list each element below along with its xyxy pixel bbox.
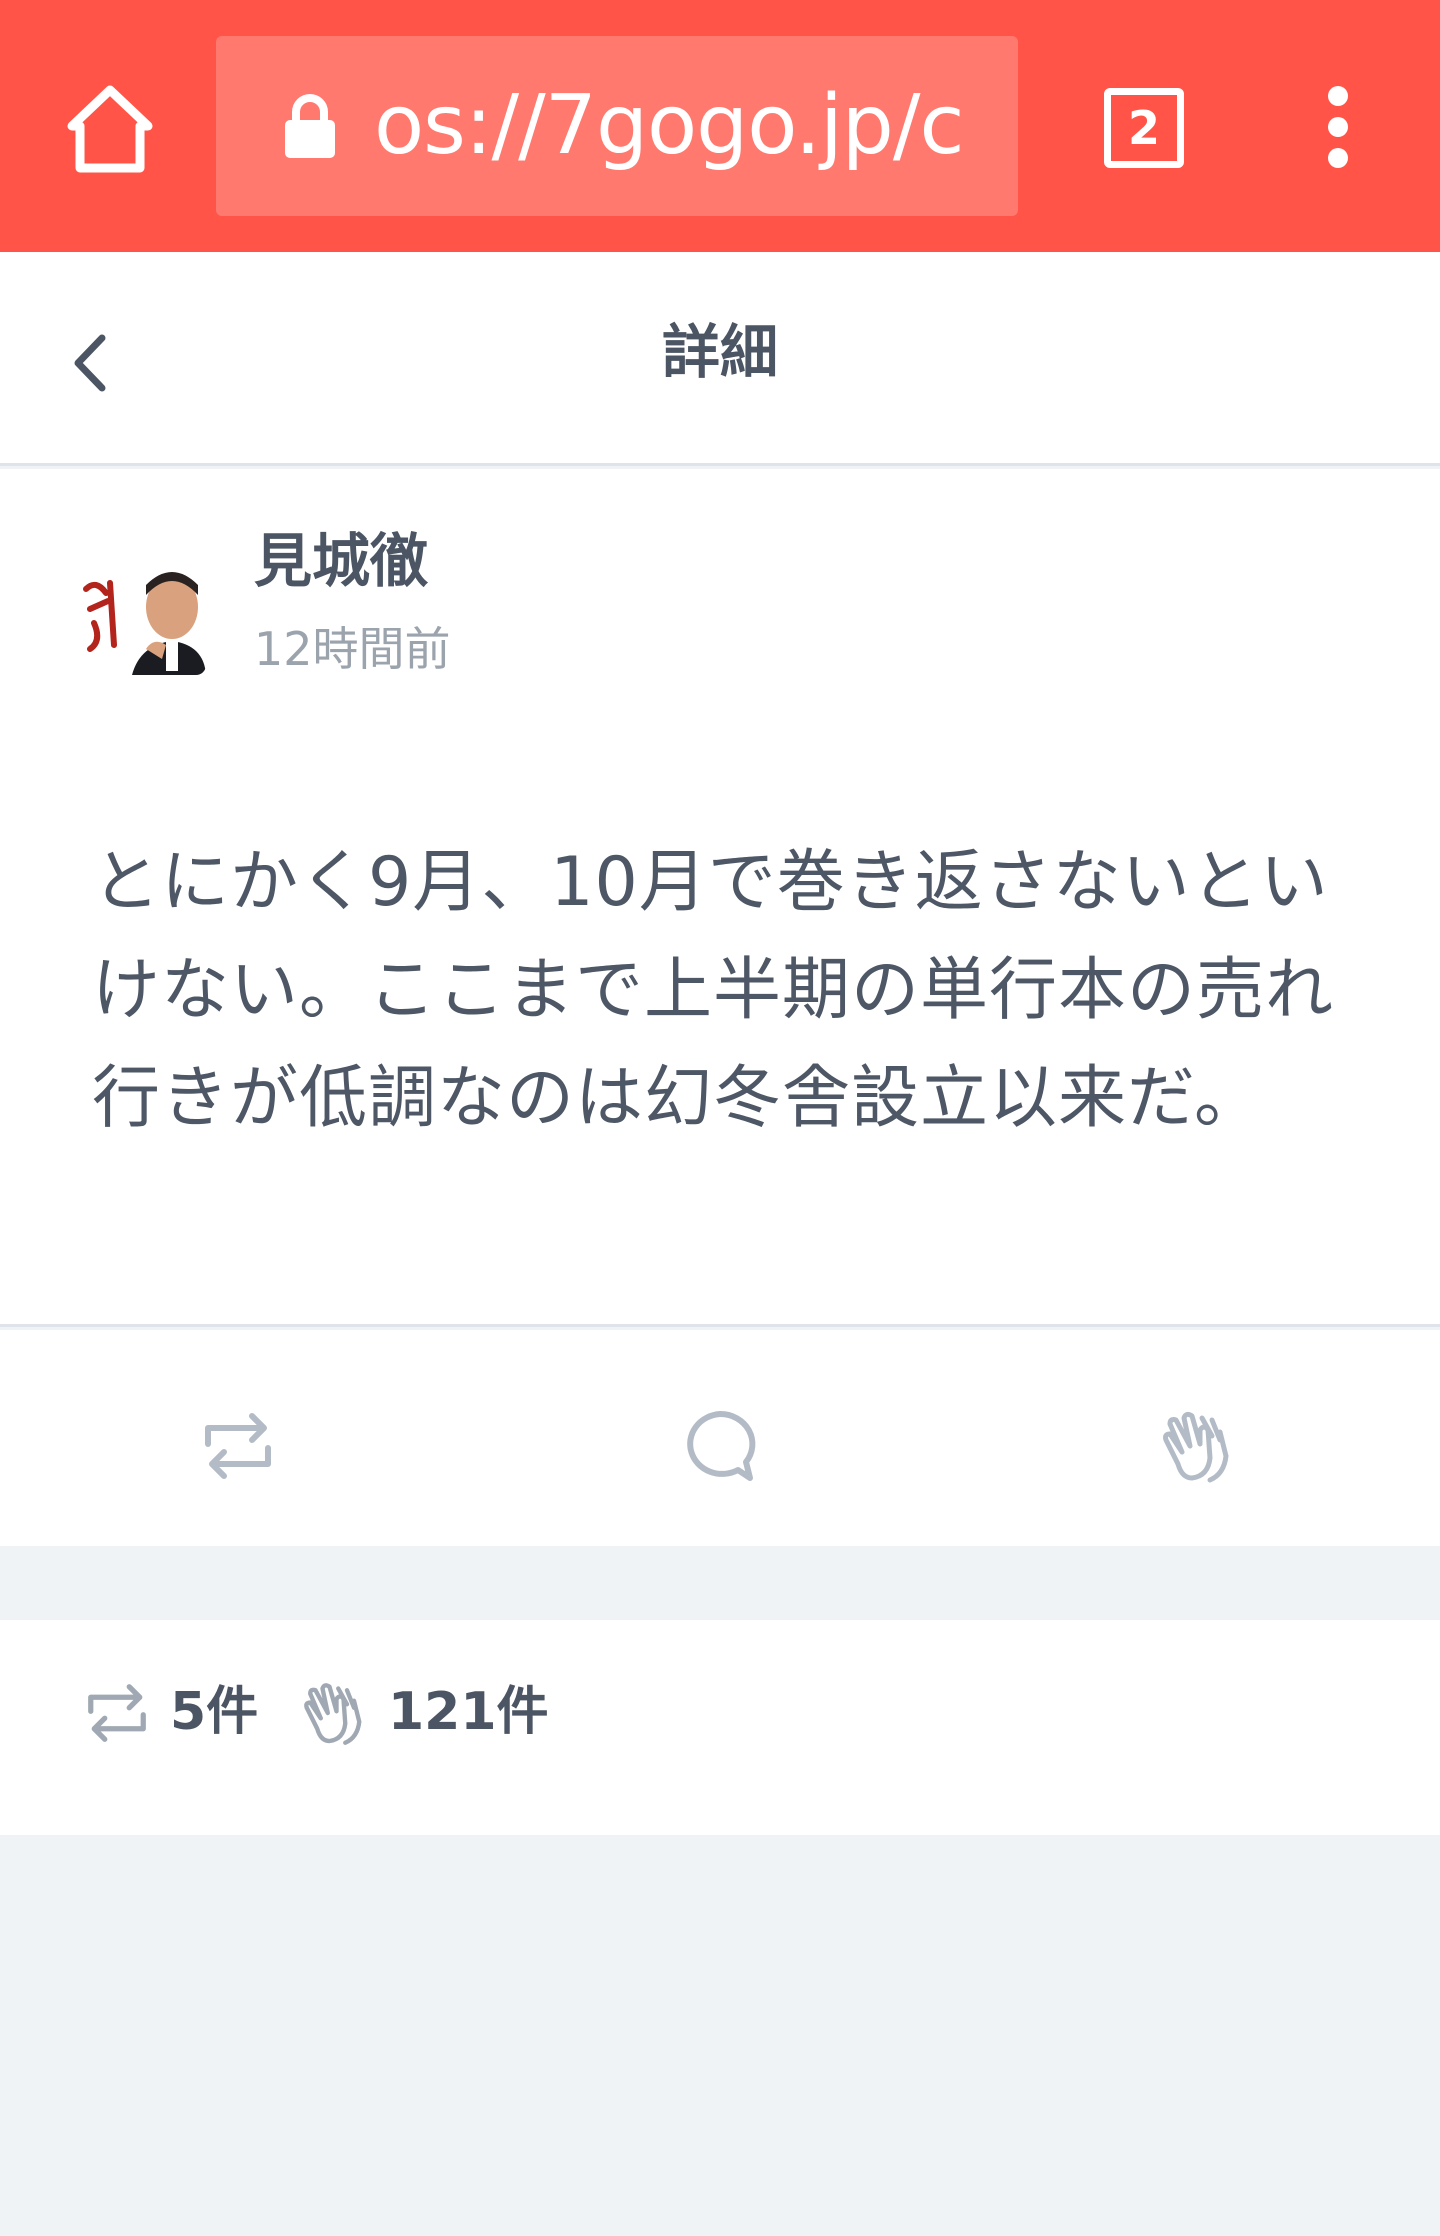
repost-count-icon bbox=[82, 1678, 152, 1748]
lock-icon bbox=[282, 92, 338, 160]
post-time: 12時間前 bbox=[254, 622, 451, 676]
author-name[interactable]: 見城徹 bbox=[254, 521, 428, 601]
browser-toolbar: os://7gogo.jp/c 2 bbox=[0, 0, 1440, 252]
clap-count[interactable]: 121件 bbox=[388, 1676, 549, 1748]
tab-count-button[interactable]: 2 bbox=[1104, 88, 1184, 168]
page-header: 詳細 bbox=[0, 252, 1440, 466]
comment-icon[interactable] bbox=[680, 1406, 760, 1486]
repost-count[interactable]: 5件 bbox=[170, 1676, 258, 1748]
address-bar[interactable]: os://7gogo.jp/c bbox=[216, 36, 1018, 216]
url-text: os://7gogo.jp/c bbox=[374, 78, 965, 173]
page-title: 詳細 bbox=[661, 318, 778, 386]
reaction-stats: 5件 121件 bbox=[0, 1620, 1440, 1835]
repost-icon[interactable] bbox=[198, 1406, 278, 1486]
avatar[interactable] bbox=[80, 549, 206, 675]
home-icon[interactable] bbox=[60, 80, 160, 180]
post-card: 見城徹 12時間前 とにかく9月、10月で巻き返さないといけない。ここまで上半期… bbox=[0, 469, 1440, 1327]
clap-count-icon bbox=[298, 1678, 368, 1748]
more-vert-icon[interactable] bbox=[1318, 86, 1358, 170]
post-body: とにかく9月、10月で巻き返さないといけない。ここまで上半期の単行本の売れ行きが… bbox=[92, 843, 1335, 1138]
clap-icon[interactable] bbox=[1156, 1406, 1236, 1486]
action-bar bbox=[0, 1330, 1440, 1546]
